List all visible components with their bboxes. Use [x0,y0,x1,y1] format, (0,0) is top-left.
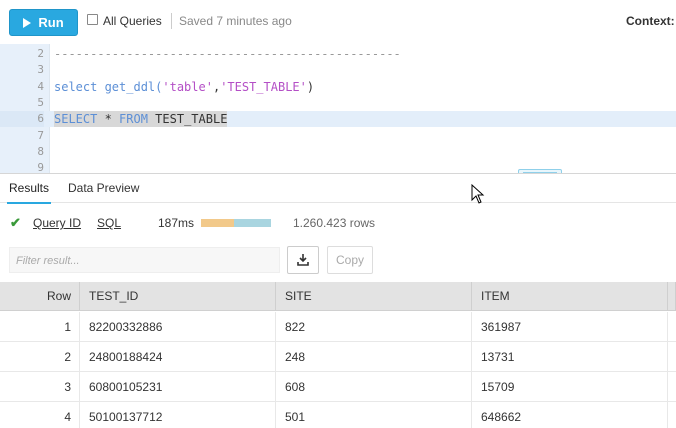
code-text: select get_ddl('table','TEST_TABLE') [54,79,314,95]
cell-item: 13731 [472,342,668,372]
saved-status: Saved 7 minutes ago [179,14,292,28]
filter-result-input[interactable]: Filter result... [9,247,280,273]
cell-row-number: 3 [0,372,80,402]
code-token: select get_ddl( [54,80,163,94]
editor-line: 4 select get_ddl('table','TEST_TABLE') [0,79,676,95]
tab-results[interactable]: Results [6,181,52,204]
selected-code: SELECT * FROM TEST_TABLE [54,111,228,127]
cell-site: 822 [276,312,472,342]
cell-test-id: 50100137712 [80,402,276,428]
cell-item: 361987 [472,312,668,342]
editor-line: 2 --------------------------------------… [0,46,676,62]
line-number: 2 [37,47,44,60]
play-icon [23,17,32,28]
cell-row-number: 1 [0,312,80,342]
editor-line: 7 [0,128,676,144]
line-number: 4 [37,80,44,93]
column-header-filler [668,282,676,311]
code-string: 'table' [162,80,213,94]
copy-button[interactable]: Copy [327,246,373,274]
cell-test-id: 60800105231 [80,372,276,402]
cell-row-number: 4 [0,402,80,428]
table-row[interactable]: 1 82200332886 822 361987 [0,312,676,342]
success-check-icon: ✔ [10,215,21,230]
row-count: 1.260.423 rows [293,216,376,230]
code-keyword: SELECT [54,112,98,126]
line-number: 9 [37,161,44,173]
cell-item: 15709 [472,372,668,402]
download-button[interactable] [287,246,319,274]
cell-site: 501 [276,402,472,428]
cell-site: 248 [276,342,472,372]
line-number: 5 [37,96,44,109]
cell-site: 608 [276,372,472,402]
cell-test-id: 82200332886 [80,312,276,342]
toolbar: Run All Queries Saved 7 minutes ago Cont… [0,0,676,44]
duration-bar [201,219,271,227]
code-string: 'TEST_TABLE' [220,80,307,94]
download-icon [297,254,309,266]
editor-line: 3 [0,62,676,78]
code-text: ----------------------------------------… [54,47,401,61]
editor-line-active: 6 SELECT * FROM TEST_TABLE [0,111,676,127]
table-row[interactable]: 3 60800105231 608 15709 [0,372,676,402]
tab-data-preview[interactable]: Data Preview [68,181,139,195]
column-header-item[interactable]: ITEM [472,282,668,311]
context-label: Context: [626,14,675,28]
query-stats: ✔ Query ID SQL 187ms 1.260.423 rows [0,212,676,236]
code-token: ) [306,80,315,94]
cell-row-number: 2 [0,342,80,372]
line-number: 3 [37,63,44,76]
sql-editor[interactable]: 2 --------------------------------------… [0,44,676,173]
all-queries-label: All Queries [103,14,162,28]
editor-line: 8 [0,144,676,160]
table-row[interactable]: 4 50100137712 501 648662 [0,402,676,428]
editor-line: 9 [0,160,676,173]
code-token: TEST_TABLE [147,112,228,126]
code-token: * [97,112,120,126]
line-number: 7 [37,129,44,142]
sql-link[interactable]: SQL [97,216,121,230]
duration-bar-fill [201,219,234,227]
mouse-cursor-icon [471,184,485,204]
cell-test-id: 24800188424 [80,342,276,372]
toolbar-divider [171,13,172,29]
query-id-link[interactable]: Query ID [33,216,81,230]
table-row[interactable]: 2 24800188424 248 13731 [0,342,676,372]
table-header: Row TEST_ID SITE ITEM [0,282,676,311]
all-queries-checkbox[interactable] [87,14,98,25]
line-number: 6 [0,111,44,127]
result-tabs: Results Data Preview [0,173,676,204]
column-header-row[interactable]: Row [0,282,80,311]
column-header-site[interactable]: SITE [276,282,472,311]
line-number: 8 [37,145,44,158]
code-keyword: FROM [119,112,148,126]
run-button[interactable]: Run [9,9,78,36]
run-label: Run [38,15,64,30]
query-duration: 187ms [158,216,195,230]
editor-line: 5 [0,95,676,111]
cell-item: 648662 [472,402,668,428]
column-header-test-id[interactable]: TEST_ID [80,282,276,311]
